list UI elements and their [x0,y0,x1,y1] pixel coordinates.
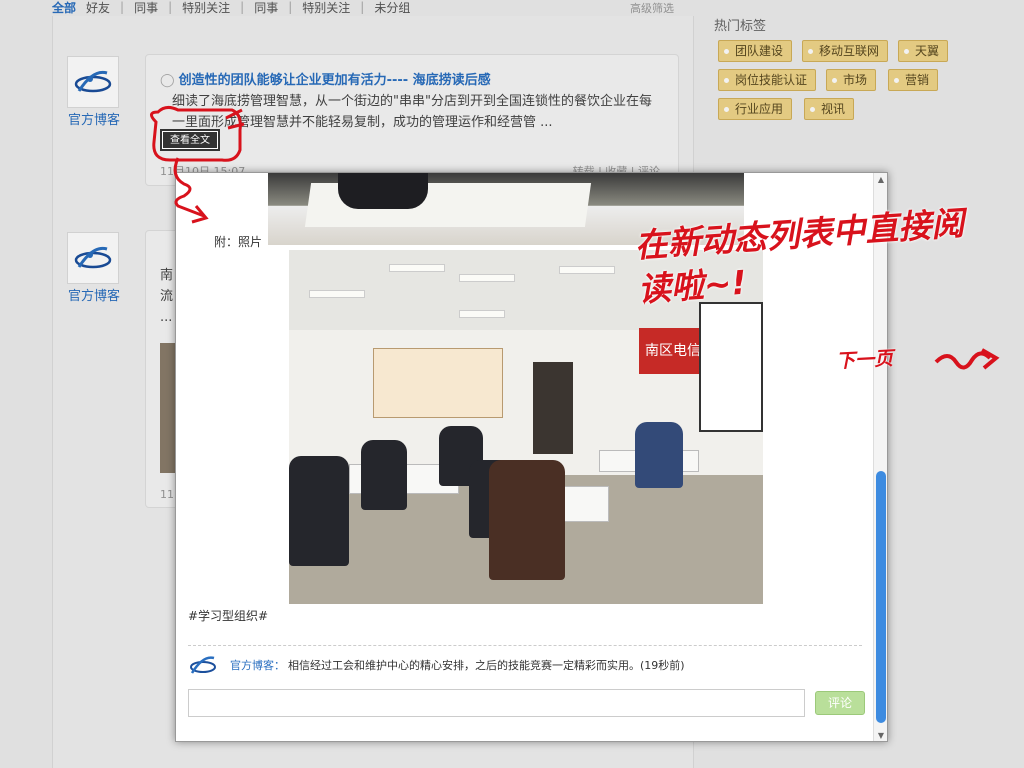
divider [188,645,862,646]
photo-detail [309,290,365,298]
next-page-note[interactable]: 下一页 [835,344,894,374]
photo-detail [489,460,565,580]
comment-author[interactable]: 官方博客： [230,657,285,673]
photo-detail [699,302,763,432]
comment-text: 相信经过工会和维护中心的精心安排，之后的技能竞赛一定精彩而实用。(19秒前) [288,659,685,672]
photo-detail [389,264,445,272]
scroll-down-arrow-icon[interactable]: ▼ [876,731,886,741]
scroll-up-arrow-icon[interactable]: ▲ [876,175,886,185]
comment-button[interactable]: 评论 [815,691,865,715]
photo-detail [635,422,683,488]
attachment-label: 附：照片 [214,235,263,249]
blog-logo-icon [190,656,216,674]
photo-detail [361,440,407,510]
hashtag[interactable]: #学习型组织# [188,607,268,624]
scrollbar-thumb[interactable] [876,471,886,723]
photo-detail [338,173,428,209]
comment-item: 官方博客： 相信经过工会和维护中心的精心安排，之后的技能竞赛一定精彩而实用。(1… [188,651,868,679]
photo-detail [533,362,573,454]
photo-detail [459,274,515,282]
photo-detail [559,266,615,274]
photo-detail [373,348,503,418]
read-full-button[interactable]: 查看全文 [160,129,220,151]
photo-detail [289,456,349,566]
comment-input[interactable] [188,689,805,717]
page-background: 全部 好友 | 同事 | 特别关注 | 同事 | 特别关注 | 未分组 高级筛选… [0,0,1024,768]
photo-detail [459,310,505,318]
